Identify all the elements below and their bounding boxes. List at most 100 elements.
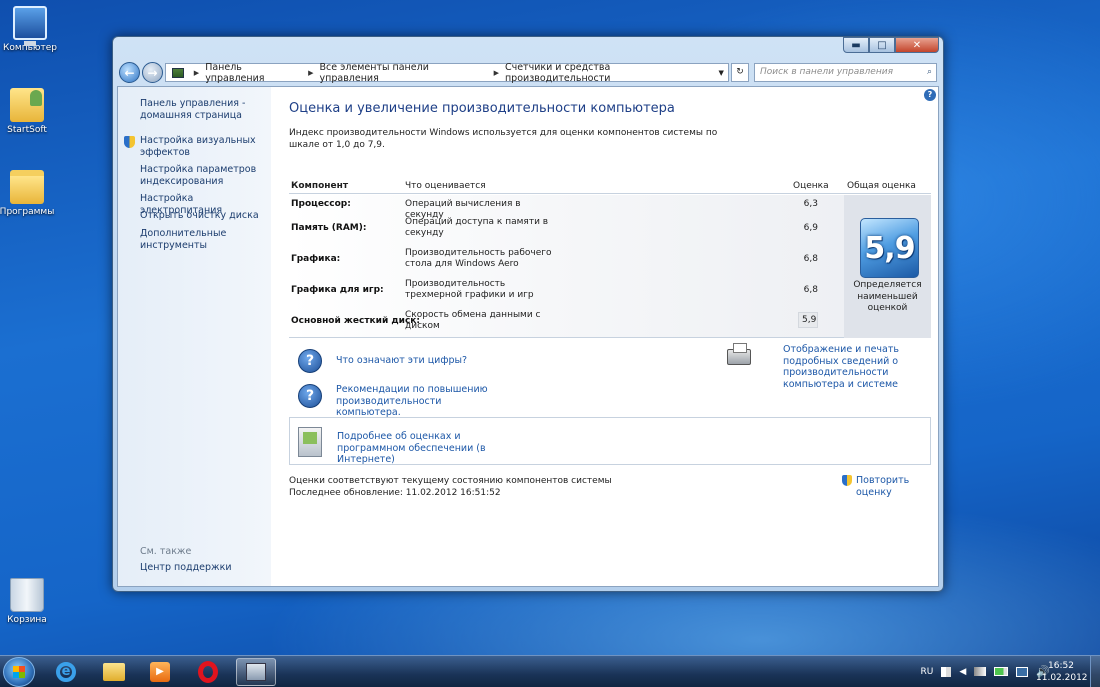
link-print-details[interactable]: Отображение и печать подробных сведений … xyxy=(783,344,933,390)
breadcrumb-item[interactable]: Все элементы панели управления xyxy=(320,62,488,84)
address-field[interactable]: ▶ Панель управления ▶ Все элементы панел… xyxy=(165,62,729,84)
software-box-icon xyxy=(298,427,322,457)
breadcrumb-separator-icon: ▶ xyxy=(308,68,314,77)
close-button[interactable]: ✕ xyxy=(895,37,939,53)
shield-icon xyxy=(842,475,852,486)
signal-icon[interactable] xyxy=(974,667,987,676)
sidebar-link-action-center[interactable]: Центр поддержки xyxy=(140,562,265,574)
taskbar-opera-button[interactable] xyxy=(188,658,228,686)
table-row: Графика для игр: Производительность трех… xyxy=(289,279,844,309)
refresh-icon: ↻ xyxy=(736,67,744,77)
status-line-current: Оценки соответствуют текущему состоянию … xyxy=(289,476,612,486)
breadcrumb-separator-icon: ▶ xyxy=(193,68,200,77)
battery-icon[interactable] xyxy=(994,667,1009,676)
forward-arrow-icon: → xyxy=(147,65,158,80)
control-panel-icon xyxy=(246,663,266,681)
sidebar-link-indexing[interactable]: Настройка параметров индексирования xyxy=(140,164,265,187)
desktop-icon-startsoft[interactable]: StartSoft xyxy=(0,88,57,135)
caption-buttons: ▬ □ ✕ xyxy=(843,37,939,53)
network-icon[interactable] xyxy=(1016,666,1029,677)
component-score: 6,3 xyxy=(803,199,818,209)
overall-score-value: 5,9 xyxy=(864,230,915,266)
component-what: Скорость обмена данными с диском xyxy=(405,310,541,331)
overall-score-badge: 5,9 xyxy=(860,218,919,278)
shield-icon xyxy=(124,136,135,148)
page-title: Оценка и увеличение производительности к… xyxy=(289,101,675,116)
computer-icon xyxy=(13,6,47,46)
back-button[interactable]: ← xyxy=(119,62,140,83)
sidebar: Панель управления - домашняя страница На… xyxy=(118,87,271,586)
status-text: Оценки соответствуют текущему состоянию … xyxy=(289,475,612,499)
component-score-lowest: 5,9 xyxy=(798,312,818,328)
help-icon[interactable]: ? xyxy=(924,89,936,101)
desktop-icon-programs[interactable]: Программы xyxy=(0,170,57,217)
link-recommendations[interactable]: Рекомендации по повышению производительн… xyxy=(336,384,506,419)
content-area: Панель управления - домашняя страница На… xyxy=(117,86,939,587)
main-panel: ? Оценка и увеличение производительности… xyxy=(271,87,938,586)
question-icon: ? xyxy=(298,384,322,408)
component-what: Производительность трехмерной графики и … xyxy=(405,279,534,300)
intro-text: Индекс производительности Windows исполь… xyxy=(289,128,718,150)
clock[interactable]: 16:52 11.02.2012 xyxy=(1036,660,1088,684)
overall-score-column: 5,9 Определяется наименьшей оценкой xyxy=(844,195,931,338)
overall-score-note: Определяется наименьшей оценкой xyxy=(853,280,922,313)
header-what: Что оценивается xyxy=(405,181,486,191)
header-overall: Общая оценка xyxy=(847,181,916,191)
start-button[interactable] xyxy=(3,657,35,687)
table-row: Основной жесткий диск: Скорость обмена д… xyxy=(289,310,844,340)
refresh-button[interactable]: ↻ xyxy=(731,63,749,82)
component-score: 6,8 xyxy=(803,285,818,295)
sidebar-link-advanced-tools[interactable]: Дополнительные инструменты xyxy=(140,228,265,251)
forward-button[interactable]: → xyxy=(142,62,163,83)
minimize-button[interactable]: ▬ xyxy=(843,37,869,53)
show-desktop-button[interactable] xyxy=(1090,656,1100,687)
taskbar-media-player-button[interactable]: ▶ xyxy=(140,658,180,686)
back-arrow-icon: ← xyxy=(124,65,135,80)
online-info-box: Подробнее об оценках и программном обесп… xyxy=(289,417,931,465)
desktop-icon-label: StartSoft xyxy=(7,125,47,135)
sidebar-link-home[interactable]: Панель управления - домашняя страница xyxy=(140,98,265,121)
opera-icon xyxy=(198,661,218,683)
title-bar[interactable]: ▬ □ ✕ xyxy=(113,37,943,59)
taskbar-explorer-button[interactable] xyxy=(94,658,134,686)
address-bar-row: ← → ▶ Панель управления ▶ Все элементы п… xyxy=(113,59,943,85)
taskbar-control-panel-button[interactable] xyxy=(236,658,276,686)
breadcrumb-item[interactable]: Счетчики и средства производительности xyxy=(505,62,714,84)
header-score: Оценка xyxy=(793,181,829,191)
component-name: Процессор: xyxy=(291,199,351,209)
breadcrumb-item[interactable]: Панель управления xyxy=(205,62,302,84)
action-center-flag-icon[interactable] xyxy=(941,666,952,677)
link-online-info[interactable]: Подробнее об оценках и программном обесп… xyxy=(337,431,517,466)
component-name: Графика для игр: xyxy=(291,285,384,295)
media-player-icon: ▶ xyxy=(150,662,170,682)
maximize-button[interactable]: □ xyxy=(869,37,895,53)
printer-icon xyxy=(727,343,751,365)
desktop-icon-computer[interactable]: Компьютер xyxy=(0,6,60,53)
sidebar-link-visual-effects[interactable]: Настройка визуальных эффектов xyxy=(140,135,265,158)
link-what-numbers-mean[interactable]: Что означают эти цифры? xyxy=(336,355,467,367)
header-component: Компонент xyxy=(291,181,349,191)
chevron-down-icon[interactable]: ▼ xyxy=(714,69,728,77)
link-rerun-assessment[interactable]: Повторить оценку xyxy=(856,475,938,498)
component-what: Операций доступа к памяти в секунду xyxy=(405,217,549,238)
show-hidden-icons-icon[interactable]: ◀ xyxy=(959,667,966,677)
component-score: 6,8 xyxy=(803,254,818,264)
taskbar-ie-button[interactable]: e xyxy=(46,658,86,686)
sidebar-link-disk-cleanup[interactable]: Открыть очистку диска xyxy=(140,210,265,222)
search-input[interactable]: Поиск в панели управления ⌕ xyxy=(754,63,937,82)
system-tray: RU ◀ 🔊 xyxy=(921,665,1050,678)
language-indicator[interactable]: RU xyxy=(921,667,934,677)
status-line-last-update: Последнее обновление: 11.02.2012 16:51:5… xyxy=(289,488,501,498)
taskbar: e ▶ RU ◀ 🔊 16:52 11.02.2012 xyxy=(0,655,1100,687)
search-placeholder: Поиск в панели управления xyxy=(760,67,893,77)
component-name: Основной жесткий диск: xyxy=(291,316,421,326)
question-icon: ? xyxy=(298,349,322,373)
user-folder-icon xyxy=(10,88,44,122)
search-icon[interactable]: ⌕ xyxy=(927,64,932,81)
folder-icon xyxy=(103,663,125,681)
desktop-icon-label: Корзина xyxy=(7,615,47,625)
breadcrumb-separator-icon: ▶ xyxy=(493,68,499,77)
desktop-icon-recycle-bin[interactable]: Корзина xyxy=(0,578,57,625)
desktop-icon-label: Программы xyxy=(0,207,55,217)
score-table: Процессор: Операций вычисления в секунду… xyxy=(289,195,931,338)
